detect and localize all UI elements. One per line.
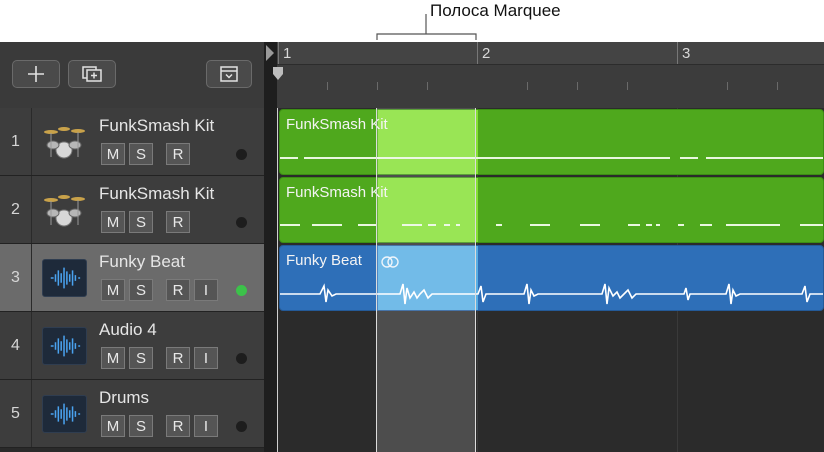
- solo-button[interactable]: S: [129, 143, 153, 165]
- logic-tracks-window: 1 2 3 1 FunkSmash Kit M S R 2 FunkSmash …: [0, 42, 824, 452]
- solo-button[interactable]: S: [129, 279, 153, 301]
- bar-number-3: 3: [682, 45, 691, 62]
- plus-icon: [28, 66, 44, 82]
- playhead-handle-icon[interactable]: [273, 67, 283, 81]
- callout-bracket: [376, 14, 477, 40]
- midi-region[interactable]: FunkSmash Kit: [279, 109, 824, 175]
- midi-notes: [280, 224, 823, 226]
- tracks-area[interactable]: FunkSmash Kit FunkSmash Kit Funky Beat: [277, 108, 824, 452]
- midi-notes: [280, 157, 823, 159]
- track-number: 2: [0, 176, 32, 243]
- bar-number-2: 2: [482, 45, 491, 62]
- input-monitor-button[interactable]: I: [194, 347, 218, 369]
- record-enable-button[interactable]: R: [166, 415, 190, 437]
- beat-tick: [327, 82, 328, 90]
- audio-region[interactable]: Funky Beat: [279, 245, 824, 311]
- waveform-icon: [42, 327, 87, 365]
- mute-button[interactable]: M: [101, 143, 125, 165]
- drum-kit-icon: [44, 195, 85, 227]
- solo-button[interactable]: S: [129, 211, 153, 233]
- bar-tick: [278, 42, 279, 64]
- bar-tick: [677, 42, 678, 64]
- beat-tick: [427, 82, 428, 90]
- global-tracks-button[interactable]: [206, 60, 252, 88]
- drum-kit-icon: [44, 127, 85, 159]
- disclosure-triangle-icon: [266, 45, 274, 61]
- track-number: 4: [0, 312, 32, 379]
- mute-button[interactable]: M: [101, 211, 125, 233]
- playhead-line[interactable]: [277, 108, 278, 452]
- track-name[interactable]: Drums: [99, 388, 149, 408]
- waveform-icon: [42, 395, 87, 433]
- waveform-icon: [42, 259, 87, 297]
- marquee-callout-label: Полоса Marquee: [430, 1, 561, 20]
- track-header[interactable]: 1 FunkSmash Kit M S R: [0, 108, 264, 176]
- beat-tick: [577, 82, 578, 90]
- track-header[interactable]: 2 FunkSmash Kit M S R: [0, 176, 264, 244]
- track-number: 3: [0, 244, 32, 311]
- track-name[interactable]: FunkSmash Kit: [99, 184, 214, 204]
- track-number: 5: [0, 380, 32, 447]
- track-list-divider[interactable]: [264, 42, 277, 452]
- record-status-led: [236, 217, 247, 228]
- track-name[interactable]: FunkSmash Kit: [99, 116, 214, 136]
- record-status-led: [236, 353, 247, 364]
- beat-tick: [377, 82, 378, 90]
- record-status-led: [236, 421, 247, 432]
- track-header[interactable]: 4 Audio 4 M S R I: [0, 312, 264, 380]
- beat-tick: [727, 82, 728, 90]
- record-enable-button[interactable]: R: [166, 279, 190, 301]
- solo-button[interactable]: S: [129, 347, 153, 369]
- track-name[interactable]: Audio 4: [99, 320, 157, 340]
- track-header[interactable]: 5 Drums M S R I: [0, 380, 264, 448]
- beat-tick: [627, 82, 628, 90]
- bar-ruler[interactable]: 1 2 3: [277, 42, 824, 108]
- beat-tick: [527, 82, 528, 90]
- track-number: 1: [0, 108, 32, 175]
- input-monitor-button[interactable]: I: [194, 279, 218, 301]
- bar-ruler-numbers: 1 2 3: [277, 42, 824, 65]
- record-enable-button[interactable]: R: [166, 347, 190, 369]
- bar-tick: [477, 42, 478, 64]
- midi-region[interactable]: FunkSmash Kit: [279, 177, 824, 243]
- input-monitor-button[interactable]: I: [194, 415, 218, 437]
- marquee-strip[interactable]: [376, 108, 476, 452]
- mute-button[interactable]: M: [101, 279, 125, 301]
- add-track-button[interactable]: [12, 60, 60, 88]
- marquee-callout: Полоса Marquee: [0, 0, 824, 40]
- track-header[interactable]: 3 Funky Beat M S R I: [0, 244, 264, 312]
- mute-button[interactable]: M: [101, 415, 125, 437]
- duplicate-track-button[interactable]: [68, 60, 116, 88]
- solo-button[interactable]: S: [129, 415, 153, 437]
- record-status-led: [236, 149, 247, 160]
- duplicate-track-icon: [82, 66, 102, 82]
- record-enable-button[interactable]: R: [166, 143, 190, 165]
- track-name[interactable]: Funky Beat: [99, 252, 185, 272]
- track-header-toolbar: [0, 42, 264, 109]
- global-tracks-icon: [220, 66, 238, 82]
- bar-number-1: 1: [283, 45, 292, 62]
- mute-button[interactable]: M: [101, 347, 125, 369]
- audio-waveform: [280, 283, 823, 305]
- record-status-led: [236, 285, 247, 296]
- record-enable-button[interactable]: R: [166, 211, 190, 233]
- beat-tick: [777, 82, 778, 90]
